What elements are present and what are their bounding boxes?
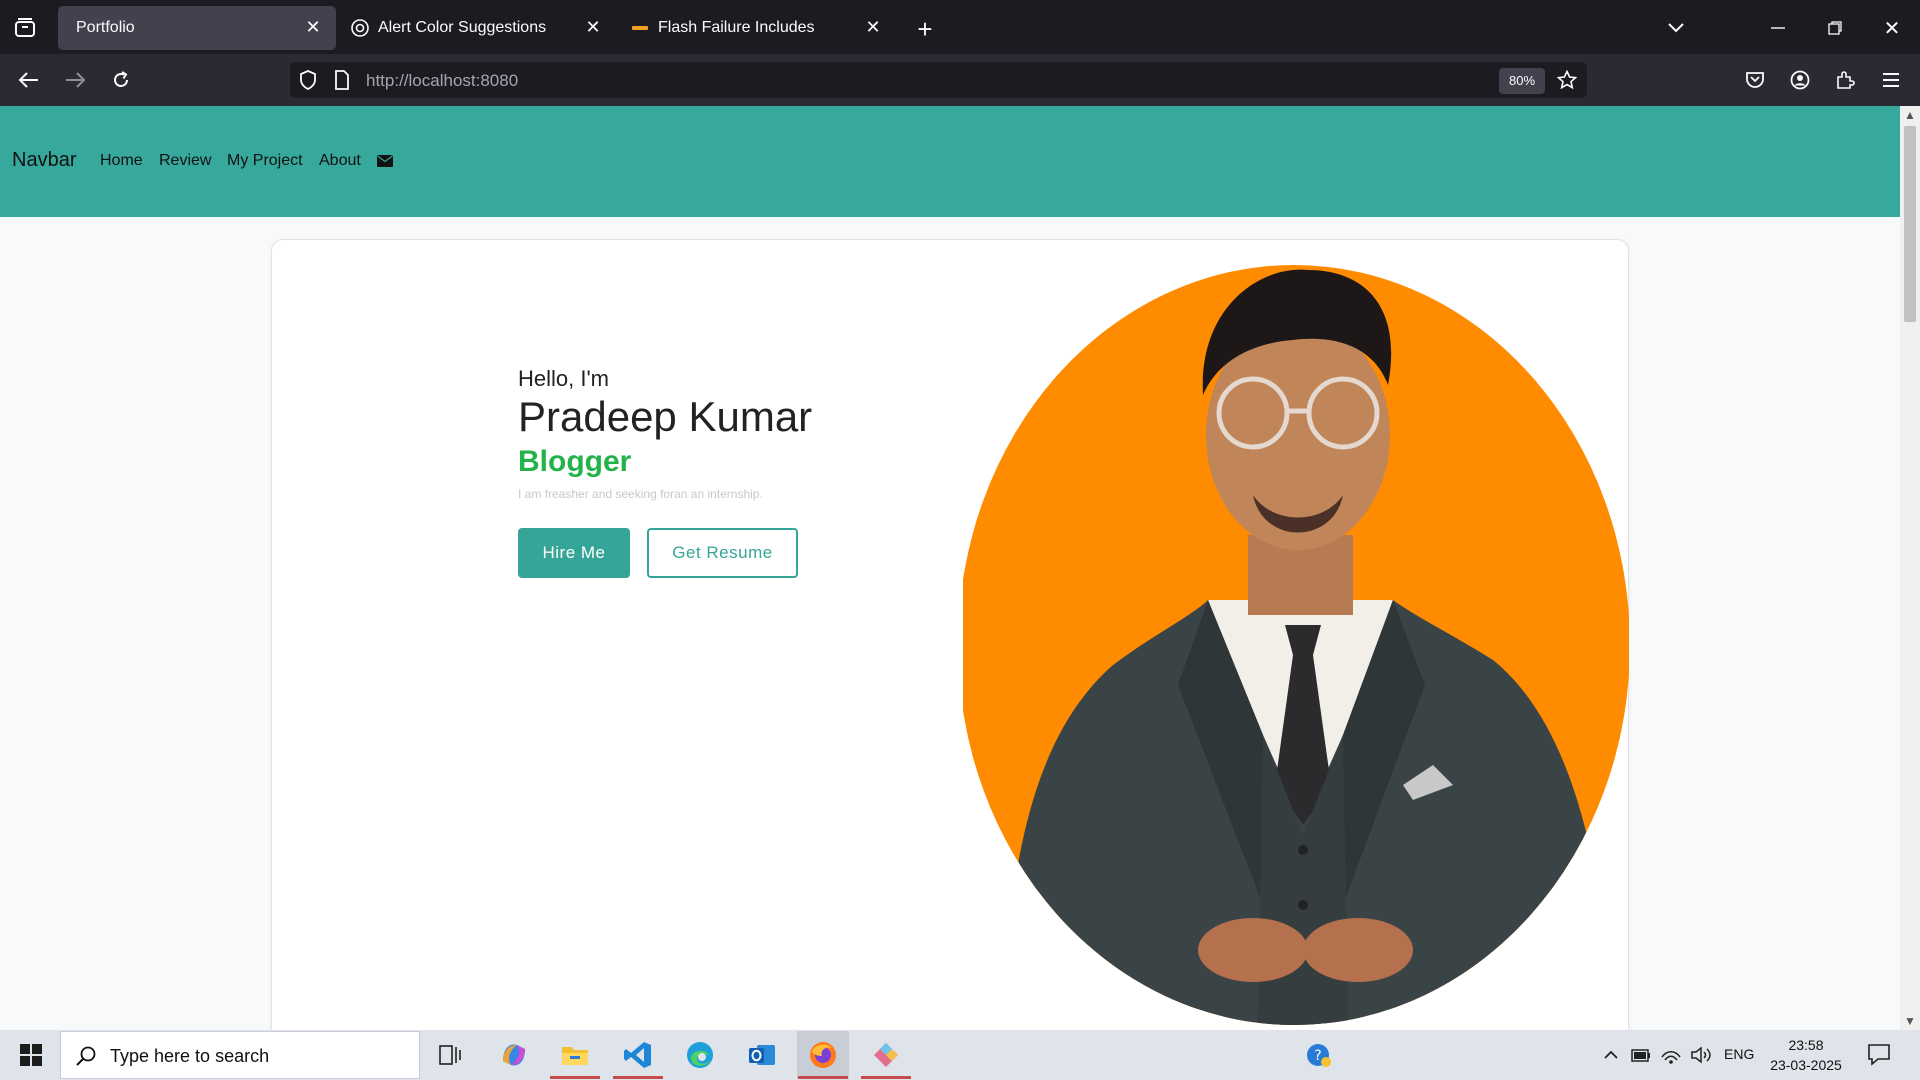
menu-hamburger-icon[interactable]	[1878, 68, 1904, 92]
hero-name: Pradeep Kumar	[518, 393, 813, 440]
clock-date: 23-03-2025	[1770, 1057, 1842, 1073]
new-tab-plus-icon[interactable]: +	[912, 14, 938, 44]
task-view-icon[interactable]	[424, 1031, 476, 1079]
page-viewport: Navbar Home Review My Project About Hell…	[0, 106, 1900, 1030]
bookmark-star-icon[interactable]	[1555, 68, 1579, 92]
outlook-icon[interactable]	[736, 1031, 788, 1079]
close-icon[interactable]: ✕	[302, 16, 324, 38]
hire-me-button[interactable]: Hire Me	[518, 528, 630, 578]
tab-title: Flash Failure Includes	[658, 19, 815, 36]
svg-text:?: ?	[1314, 1048, 1321, 1064]
search-placeholder: Type here to search	[110, 1046, 270, 1066]
url-port: :8080	[475, 71, 519, 90]
envelope-icon[interactable]	[377, 155, 393, 167]
tab-title: Portfolio	[76, 19, 135, 36]
navbar-brand[interactable]: Navbar	[12, 149, 76, 172]
vs-code-icon[interactable]	[612, 1031, 664, 1079]
close-icon[interactable]: ✕	[582, 16, 604, 38]
windows-taskbar: Type here to search ? ENG 23:58 23-03-20…	[0, 1030, 1920, 1080]
browser-toolbar: http://localhost:8080 80%	[0, 54, 1920, 106]
url-bar[interactable]: http://localhost:8080 80%	[290, 62, 1587, 98]
git-tool-icon[interactable]	[860, 1031, 912, 1079]
minimize-icon[interactable]	[1766, 16, 1790, 40]
tab-flash-failure-includes[interactable]: Flash Failure Includes ✕	[620, 6, 896, 50]
extensions-icon[interactable]	[1832, 68, 1858, 92]
site-navbar: Navbar Home Review My Project About	[0, 106, 1900, 217]
system-clock[interactable]: 23:58 23-03-2025	[1750, 1035, 1862, 1075]
nav-link-about[interactable]: About	[319, 152, 361, 170]
file-explorer-icon[interactable]	[549, 1031, 601, 1079]
scroll-down-arrow-icon[interactable]: ▼	[1900, 1012, 1920, 1030]
url-text[interactable]: http://localhost:8080	[366, 71, 518, 91]
browser-tab-bar: Portfolio ✕ Alert Color Suggestions ✕ Fl…	[0, 0, 1920, 54]
nav-link-home[interactable]: Home	[100, 152, 143, 170]
tab-portfolio[interactable]: Portfolio ✕	[58, 6, 336, 50]
wifi-icon[interactable]	[1660, 1045, 1682, 1065]
volume-icon[interactable]	[1690, 1045, 1712, 1065]
window-close-icon[interactable]: ✕	[1880, 16, 1904, 40]
search-icon	[76, 1046, 96, 1066]
nav-link-review[interactable]: Review	[159, 152, 211, 170]
back-arrow-icon[interactable]	[16, 68, 42, 92]
forward-arrow-icon[interactable]	[62, 68, 88, 92]
url-host: http://localhost	[366, 71, 476, 90]
restore-icon[interactable]	[1823, 16, 1847, 40]
scroll-up-arrow-icon[interactable]: ▲	[1900, 106, 1920, 124]
help-icon[interactable]: ?	[1305, 1042, 1333, 1070]
tab-title: Alert Color Suggestions	[378, 19, 547, 36]
page-icon[interactable]	[330, 68, 354, 92]
edge-icon[interactable]	[674, 1031, 726, 1079]
clock-time: 23:58	[1788, 1037, 1824, 1053]
chevron-down-icon[interactable]	[1664, 16, 1688, 40]
battery-icon[interactable]	[1630, 1046, 1652, 1064]
reload-icon[interactable]	[108, 68, 134, 92]
tab-overview-icon[interactable]	[12, 16, 38, 40]
notification-icon[interactable]	[1866, 1042, 1894, 1068]
windows-start-icon[interactable]	[8, 1038, 54, 1072]
hero-greeting: Hello, I'm	[518, 366, 609, 391]
nav-link-my-project[interactable]: My Project	[227, 152, 303, 170]
get-resume-button[interactable]: Get Resume	[647, 528, 798, 578]
close-icon[interactable]: ✕	[862, 16, 884, 38]
profile-photo	[963, 265, 1629, 1025]
hero-description: I am freasher and seeking foran an inter…	[518, 487, 763, 501]
page-scrollbar[interactable]: ▲ ▼	[1900, 106, 1920, 1030]
firefox-icon[interactable]	[797, 1031, 849, 1079]
tab-alert-color-suggestions[interactable]: Alert Color Suggestions ✕	[340, 6, 616, 50]
pocket-icon[interactable]	[1742, 68, 1768, 92]
copilot-icon[interactable]	[488, 1031, 540, 1079]
hero-role: Blogger	[518, 445, 632, 478]
chatgpt-icon	[351, 19, 369, 37]
chevron-up-icon[interactable]	[1602, 1046, 1620, 1064]
shield-icon[interactable]	[296, 68, 320, 92]
zoom-level-badge[interactable]: 80%	[1499, 68, 1545, 94]
scroll-thumb[interactable]	[1904, 126, 1916, 322]
account-icon[interactable]	[1787, 68, 1813, 92]
site-favicon-icon	[632, 26, 648, 30]
taskbar-search-box[interactable]: Type here to search	[60, 1031, 420, 1079]
